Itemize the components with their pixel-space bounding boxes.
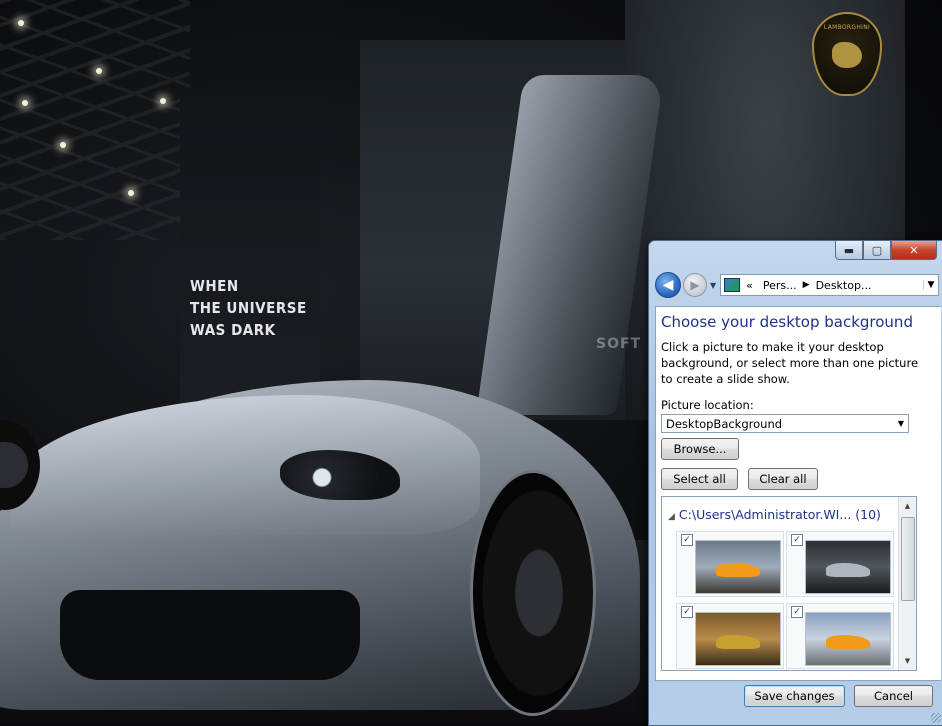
page-description: Click a picture to make it your desktop … (661, 340, 919, 386)
thumbnail-image[interactable] (695, 612, 781, 666)
forward-button[interactable]: ▶ (683, 273, 707, 297)
collapse-icon[interactable]: ◢ (668, 512, 675, 522)
car-image (716, 563, 760, 577)
banner-text: WHEN THE UNIVERSE WAS DARK (190, 277, 307, 339)
car-grille (60, 590, 360, 680)
address-bar[interactable]: « Pers... ▶ Desktop... ▼ (720, 274, 939, 296)
thumbnail-image[interactable] (695, 540, 781, 594)
scroll-down-icon[interactable]: ▼ (900, 653, 915, 669)
picture-location-select[interactable]: DesktopBackground ▼ (661, 414, 909, 433)
caption-buttons: ▬ ▢ ✕ (835, 241, 937, 261)
logo-text: LAMBORGHINI (823, 24, 871, 31)
car-image (826, 563, 870, 577)
resize-grip[interactable] (931, 713, 941, 723)
car-hood (10, 395, 480, 535)
back-button[interactable]: ◀ (655, 272, 681, 298)
car-image (826, 635, 870, 649)
breadcrumb-personalization[interactable]: Pers... (763, 279, 797, 292)
scroll-up-icon[interactable]: ▲ (900, 498, 915, 514)
maximize-button[interactable]: ▢ (863, 241, 891, 260)
content-pane: Choose your desktop background Click a p… (655, 306, 941, 681)
save-changes-button[interactable]: Save changes (744, 685, 845, 707)
thumbnail-checkbox[interactable]: ✓ (681, 534, 693, 546)
thumbnail-image[interactable] (805, 612, 891, 666)
breadcrumb-separator-icon[interactable]: ▶ (803, 280, 810, 290)
picture-location-value: DesktopBackground (666, 416, 783, 431)
scroll-thumb[interactable] (901, 517, 915, 601)
breadcrumb-desktop-background[interactable]: Desktop... (816, 279, 872, 292)
stage-light (96, 68, 102, 74)
desktop-background-window: ▬ ▢ ✕ ◀ ▶ ▼ « Pers... ▶ Desktop... ▼ Cho… (648, 240, 942, 726)
gallery-scrollbar[interactable]: ▲ ▼ (898, 497, 916, 670)
car-wheel (470, 470, 596, 716)
exhibition-banner (180, 90, 320, 420)
thumbnail-image[interactable] (805, 540, 891, 594)
car-image (716, 635, 760, 649)
address-dropdown-icon[interactable]: ▼ (923, 280, 938, 290)
thumbnail-checkbox[interactable]: ✓ (681, 606, 693, 618)
stage-light (18, 20, 24, 26)
thumbnail-checkbox[interactable]: ✓ (791, 534, 803, 546)
select-all-button[interactable]: Select all (661, 468, 738, 490)
wallpaper-thumbnail[interactable]: ✓ (676, 531, 784, 597)
ceiling-truss (0, 0, 190, 240)
watermark: SOFT (596, 336, 642, 352)
stage-light (128, 190, 134, 196)
navigation-bar: ◀ ▶ ▼ « Pers... ▶ Desktop... ▼ (655, 271, 939, 299)
thumbnail-checkbox[interactable]: ✓ (791, 606, 803, 618)
chevron-down-icon: ▼ (897, 419, 904, 428)
picture-gallery: ◢ C:\Users\Administrator.WI... (10) ✓ ✓ ✓… (661, 496, 917, 671)
browse-button[interactable]: Browse... (661, 438, 739, 460)
cancel-button[interactable]: Cancel (854, 685, 933, 707)
folder-label: C:\Users\Administrator.WI... (10) (678, 507, 881, 522)
address-overflow[interactable]: « (746, 279, 753, 292)
close-button[interactable]: ✕ (891, 241, 937, 260)
stage-light (60, 142, 66, 148)
bull-icon (832, 42, 862, 68)
picture-location-label: Picture location: (661, 398, 754, 412)
stage-light (160, 98, 166, 104)
folder-group-header[interactable]: ◢ C:\Users\Administrator.WI... (10) (668, 507, 881, 522)
minimize-button[interactable]: ▬ (835, 241, 863, 260)
wallpaper-thumbnail[interactable]: ✓ (786, 531, 894, 597)
control-panel-icon (724, 278, 741, 292)
wallpaper-thumbnail[interactable]: ✓ (786, 603, 894, 669)
page-title: Choose your desktop background (661, 313, 913, 331)
wallpaper-thumbnail[interactable]: ✓ (676, 603, 784, 669)
stage-light (22, 100, 28, 106)
footer: Save changes Cancel (649, 681, 942, 725)
clear-all-button[interactable]: Clear all (748, 468, 818, 490)
recent-pages-dropdown[interactable]: ▼ (710, 281, 716, 290)
